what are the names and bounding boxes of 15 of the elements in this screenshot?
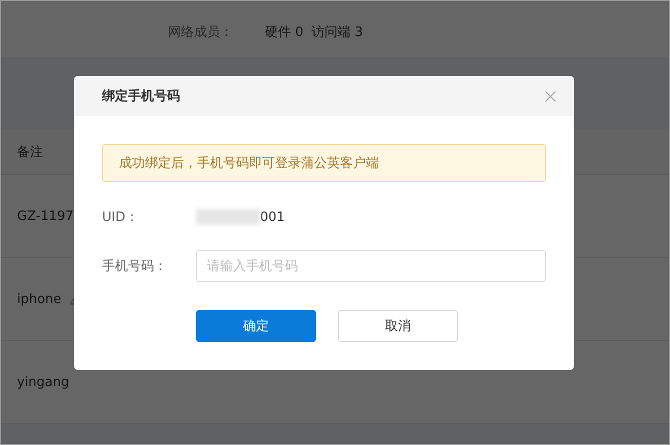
phone-input-field[interactable]: 请输入手机号码 (196, 250, 546, 282)
member-count: 硬件 0 访问端 3 (265, 24, 364, 41)
uid-label: UID： (102, 209, 140, 226)
close-icon[interactable] (545, 90, 556, 102)
member-label: 网络成员： (168, 24, 234, 41)
uid-value: 001 (260, 210, 285, 224)
table-cell: iphone (17, 292, 62, 306)
table-cell: yingang (17, 374, 70, 390)
dialog-title: 绑定手机号码 (102, 88, 180, 105)
phone-label: 手机号码： (102, 258, 168, 275)
notice-banner: 成功绑定后，手机号码即可登录蒲公英客户端 (102, 144, 546, 182)
cancel-button[interactable]: 取消 (338, 310, 458, 342)
column-header: 备注 (17, 144, 43, 160)
table-cell: GZ-1197 (17, 208, 74, 224)
confirm-button[interactable]: 确定 (196, 310, 316, 342)
